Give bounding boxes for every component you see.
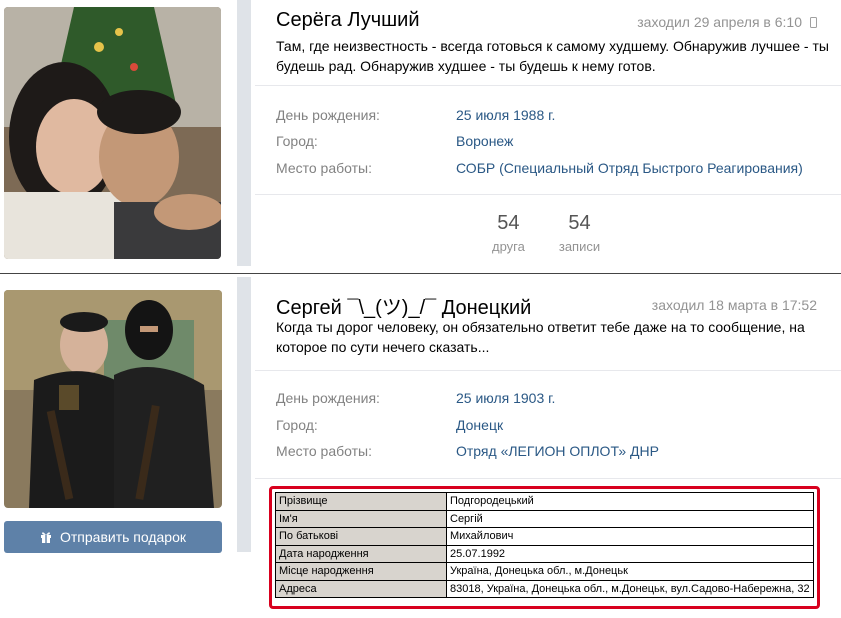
- profile-photo-image: [4, 7, 221, 259]
- info-label: День рождения:: [276, 107, 380, 123]
- table-row: Адреса 83018, Україна, Донецька обл., м.…: [275, 579, 814, 598]
- info-label: Город:: [276, 417, 318, 433]
- counter-number: 54: [568, 212, 591, 234]
- mobile-phone-icon: [810, 16, 817, 28]
- info-label: Место работы:: [276, 160, 372, 176]
- counter-label: записи: [558, 239, 601, 254]
- profile-status: Когда ты дорог человеку, он обязательно …: [276, 319, 805, 355]
- table-row: Ім'я Сергій: [275, 509, 814, 528]
- send-gift-label: Отправить подарок: [59, 529, 187, 545]
- table-key-cell: Місце народження: [275, 562, 447, 581]
- profile-name: Сергей ¯\_(ツ)_/¯ Донецкий: [276, 297, 532, 319]
- table-key-cell: Прізвище: [275, 492, 447, 511]
- info-label: Место работы:: [276, 443, 372, 459]
- table-value-cell: Михайлович: [446, 527, 814, 546]
- table-value-cell: Сергій: [446, 509, 814, 528]
- last-seen-text: заходил 29 апреля в 6:10: [637, 14, 802, 30]
- profile-photo[interactable]: [4, 7, 221, 259]
- profile-photo[interactable]: [4, 290, 222, 508]
- table-value-cell: 25.07.1992: [446, 544, 814, 563]
- column-divider: [237, 277, 251, 552]
- profile-card-1: Серёга Лучший заходил 29 апреля в 6:10 Т…: [0, 0, 841, 272]
- counter-number: 54: [497, 212, 520, 234]
- divider: [255, 85, 841, 86]
- table-row: По батькові Михайлович: [275, 527, 814, 546]
- city-link[interactable]: Воронеж: [456, 133, 513, 149]
- last-seen-text: заходил 18 марта в 17:52: [651, 297, 817, 313]
- table-key-cell: Адреса: [275, 579, 447, 598]
- table-value-cell: Подгородецький: [446, 492, 814, 511]
- divider: [255, 370, 841, 371]
- registry-table: Прізвище Подгородецький Ім'я Сергій По б…: [275, 492, 814, 598]
- profile-status: Там, где неизвестность - всегда готовься…: [276, 38, 829, 74]
- table-key-cell: Дата народження: [275, 544, 447, 563]
- last-seen: заходил 29 апреля в 6:10: [637, 14, 817, 30]
- last-seen: заходил 18 марта в 17:52: [652, 297, 817, 313]
- table-value-cell: Україна, Донецька обл., м.Донецьк: [446, 562, 814, 581]
- table-row: Місце народження Україна, Донецька обл.,…: [275, 562, 814, 581]
- table-value-cell: 83018, Україна, Донецька обл., м.Донецьк…: [446, 579, 814, 598]
- profile-photo-image: [4, 290, 222, 508]
- send-gift-button[interactable]: Отправить подарок: [4, 521, 222, 553]
- birthday-link[interactable]: 25 июля 1988 г.: [456, 107, 555, 123]
- counter-label: друга: [492, 239, 525, 254]
- column-divider: [237, 0, 251, 266]
- info-label: День рождения:: [276, 390, 380, 406]
- table-row: Дата народження 25.07.1992: [275, 544, 814, 563]
- profile-name: Серёга Лучший: [276, 9, 420, 31]
- info-label: Город:: [276, 133, 318, 149]
- divider: [255, 478, 841, 479]
- profile-counters: 54 друга 54 записи: [492, 212, 600, 254]
- friends-counter[interactable]: 54 друга: [492, 212, 525, 254]
- table-key-cell: Ім'я: [275, 509, 447, 528]
- screenshot-divider: [0, 273, 841, 274]
- city-link[interactable]: Донецк: [456, 417, 503, 433]
- divider: [255, 194, 841, 195]
- work-link[interactable]: Отряд «ЛЕГИОН ОПЛОТ» ДНР: [456, 443, 659, 459]
- work-link[interactable]: СОБР (Специальный Отряд Быстрого Реагиро…: [456, 160, 803, 176]
- table-row: Прізвище Подгородецький: [275, 492, 814, 511]
- birthday-link[interactable]: 25 июля 1903 г.: [456, 390, 555, 406]
- table-key-cell: По батькові: [275, 527, 447, 546]
- posts-counter[interactable]: 54 записи: [559, 212, 600, 254]
- gift-icon: [40, 532, 51, 543]
- registry-record-table: Прізвище Подгородецький Ім'я Сергій По б…: [269, 486, 820, 609]
